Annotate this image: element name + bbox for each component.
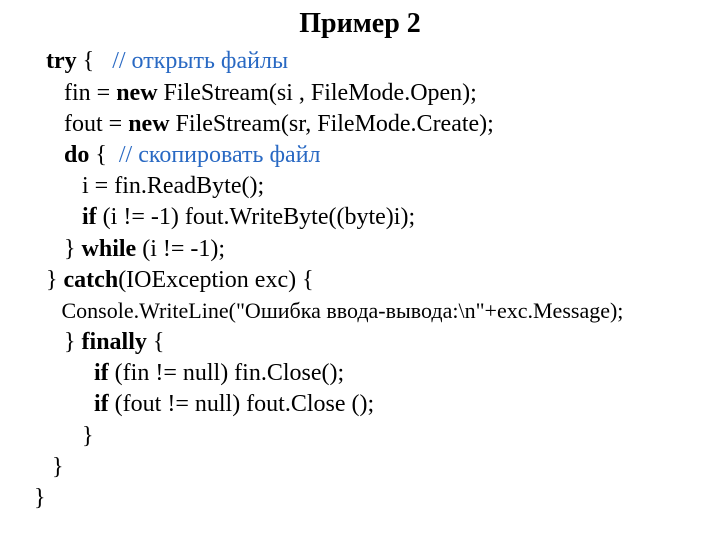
kw-if: if [34, 391, 109, 417]
code-text: } [34, 329, 82, 355]
kw-do: do [34, 142, 89, 168]
code-text: fin = [34, 80, 116, 106]
code-text: } [34, 236, 82, 262]
kw-catch: catch [64, 267, 119, 293]
code-text: FileStream(si , FileMode.Open); [158, 80, 477, 106]
code-block: try { // открыть файлы fin = new FileStr… [0, 46, 720, 514]
kw-try: try [34, 48, 77, 74]
kw-finally: finally [82, 329, 147, 355]
code-text: } [34, 423, 94, 449]
code-text: (fin != null) fin.Close(); [109, 360, 345, 386]
code-text: } [34, 454, 64, 480]
code-text: fout = [34, 111, 128, 137]
code-text: i = fin.ReadByte(); [34, 173, 264, 199]
example-title: Пример 2 [0, 6, 720, 42]
code-text: { [147, 329, 165, 355]
code-text: } [34, 485, 46, 511]
code-text: (fout != null) fout.Close (); [109, 391, 375, 417]
comment-open-files: // открыть файлы [112, 48, 288, 74]
code-text: Console.WriteLine("Ошибка ввода-вывода:\… [34, 298, 623, 323]
code-text: (i != -1) fout.WriteByte((byte)i); [97, 204, 415, 230]
code-text: (IOException exc) { [118, 267, 313, 293]
code-text: { [77, 48, 113, 74]
kw-if: if [34, 204, 97, 230]
kw-if: if [34, 360, 109, 386]
comment-copy-file: // скопировать файл [119, 142, 321, 168]
code-text: (i != -1); [136, 236, 225, 262]
kw-while: while [82, 236, 137, 262]
code-text: FileStream(sr, FileMode.Create); [170, 111, 494, 137]
code-text: } [34, 267, 64, 293]
kw-new: new [116, 80, 157, 106]
code-text: { [89, 142, 119, 168]
kw-new: new [128, 111, 169, 137]
